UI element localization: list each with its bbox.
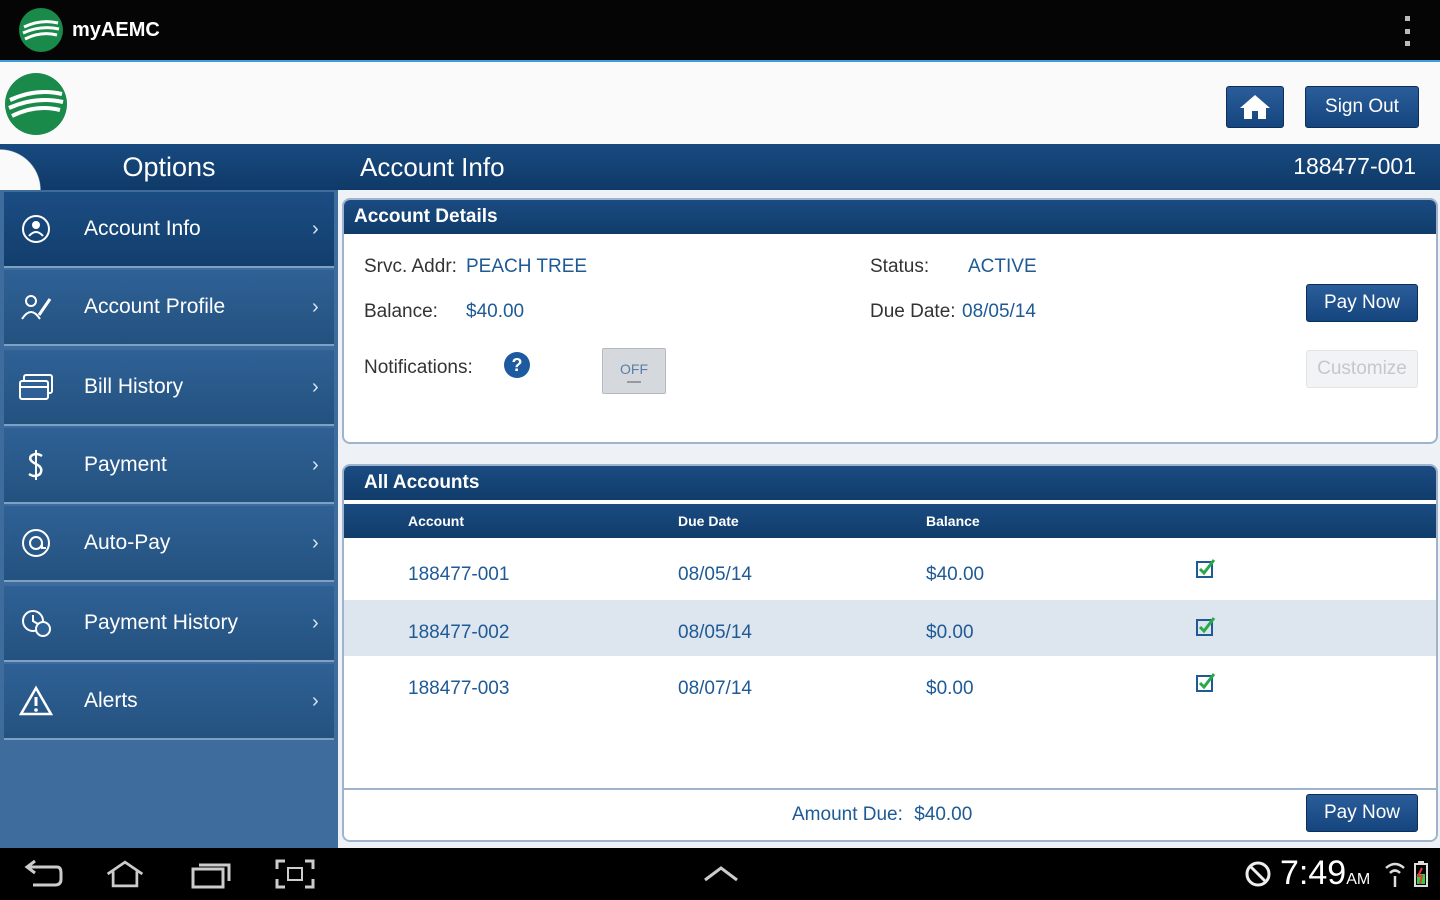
chevron-up-icon[interactable] (700, 858, 742, 890)
column-header-due-date: Due Date (678, 513, 739, 529)
row-due-date: 08/07/14 (678, 678, 752, 699)
battery-icon (1414, 861, 1428, 887)
row-due-date: 08/05/14 (678, 622, 752, 643)
screenshot-icon[interactable] (274, 858, 316, 890)
chevron-right-icon: › (312, 217, 319, 240)
balance-label: Balance: (364, 301, 438, 322)
bill-icon (16, 367, 56, 407)
sidebar-item-alerts[interactable]: Alerts › (4, 664, 334, 740)
row-account: 188477-003 (408, 678, 510, 699)
sidebar-header: Options (0, 144, 338, 190)
checkbox-checked-icon[interactable] (1196, 558, 1216, 578)
sidebar-item-label: Alerts (84, 689, 138, 712)
row-balance: $0.00 (926, 622, 974, 643)
account-details-title: Account Details (344, 200, 1436, 234)
customize-button[interactable]: Customize (1306, 350, 1418, 388)
row-balance: $0.00 (926, 678, 974, 699)
aemc-logo-icon (19, 8, 63, 52)
chevron-right-icon: › (312, 375, 319, 398)
sidebar-item-payment-history[interactable]: Payment History › (4, 586, 334, 662)
balance-value: $40.00 (466, 301, 525, 322)
sidebar-item-auto-pay[interactable]: Auto-Pay › (4, 506, 334, 582)
service-address-value: PEACH TREE (466, 256, 588, 277)
payment-history-icon (16, 603, 56, 643)
sidebar-item-account-info[interactable]: Account Info › (4, 192, 334, 268)
all-accounts-title: All Accounts (344, 466, 1436, 500)
sidebar-item-label: Payment History (84, 611, 239, 634)
table-row[interactable]: 188477-003 08/07/14 $0.00 (344, 656, 1436, 712)
due-date-value: 08/05/14 (962, 301, 1036, 322)
sidebar-item-label: Bill History (84, 375, 184, 398)
content-area: Account Details Srvc. Addr: PEACH TREE S… (338, 190, 1440, 848)
row-account: 188477-002 (408, 622, 510, 643)
row-due-date: 08/05/14 (678, 564, 752, 585)
app-header: Sign Out (0, 62, 1440, 144)
sidebar-item-label: Payment (84, 453, 167, 476)
column-header-account: Account (408, 513, 464, 529)
amount-due-label: Amount Due: (792, 804, 903, 825)
pay-now-button[interactable]: Pay Now (1306, 794, 1418, 832)
overflow-menu-icon[interactable] (1400, 16, 1414, 46)
due-date-label: Due Date: (870, 301, 956, 322)
home-button[interactable] (1226, 86, 1284, 128)
sign-out-button[interactable]: Sign Out (1305, 86, 1419, 128)
aemc-logo-icon (5, 73, 67, 135)
sidebar-item-label: Auto-Pay (84, 531, 171, 554)
amount-due-value: $40.00 (914, 804, 973, 825)
chevron-right-icon: › (312, 611, 319, 634)
status-value: ACTIVE (968, 256, 1037, 277)
status-label: Status: (870, 256, 930, 277)
page-title: Account Info (360, 152, 505, 182)
profile-icon (16, 287, 56, 327)
sidebar-title: Options (122, 151, 216, 182)
system-nav-bar: 7:49AM (0, 848, 1440, 900)
options-sidebar: Options Account Info › Account Profile ›… (0, 144, 338, 848)
sidebar-item-bill-history[interactable]: Bill History › (4, 350, 334, 426)
current-account-number: 188477-001 (1293, 153, 1416, 179)
amount-due-bar: Amount Due: $40.00 Pay Now (344, 788, 1436, 840)
toggle-label: OFF (620, 361, 648, 377)
system-clock: 7:49AM (1280, 854, 1370, 893)
action-bar: myAEMC (0, 0, 1440, 62)
row-account: 188477-001 (408, 564, 510, 585)
all-accounts-panel: All Accounts Account Due Date Balance 18… (342, 464, 1438, 842)
pay-now-button[interactable]: Pay Now (1306, 284, 1418, 322)
chevron-right-icon: › (312, 295, 319, 318)
clock-ampm: AM (1346, 871, 1371, 888)
home-icon (1240, 95, 1270, 119)
recent-apps-icon[interactable] (190, 858, 232, 890)
checkbox-checked-icon[interactable] (1196, 616, 1216, 636)
help-icon[interactable]: ? (504, 352, 530, 378)
sidebar-item-account-profile[interactable]: Account Profile › (4, 270, 334, 346)
notifications-label: Notifications: (364, 357, 473, 378)
alert-icon (16, 681, 56, 721)
row-balance: $40.00 (926, 564, 985, 585)
app-title: myAEMC (72, 18, 160, 41)
clock-time: 7:49 (1280, 854, 1347, 892)
chevron-right-icon: › (312, 531, 319, 554)
sync-off-icon (1245, 861, 1271, 887)
table-row[interactable]: 188477-002 08/05/14 $0.00 (344, 600, 1436, 656)
checkbox-checked-icon[interactable] (1196, 672, 1216, 692)
accounts-table-header: Account Due Date Balance (344, 504, 1436, 538)
account-info-icon (16, 209, 56, 249)
table-row[interactable]: 188477-001 08/05/14 $40.00 (344, 542, 1436, 598)
back-icon[interactable] (22, 858, 64, 890)
column-header-balance: Balance (926, 513, 980, 529)
sidebar-item-payment[interactable]: Payment › (4, 428, 334, 504)
autopay-icon (16, 523, 56, 563)
sidebar-item-label: Account Profile (84, 295, 226, 318)
home-nav-icon[interactable] (104, 858, 146, 890)
amount-due: Amount Due: $40.00 (792, 804, 972, 826)
chevron-right-icon: › (312, 689, 319, 712)
sidebar-item-label: Account Info (84, 217, 201, 240)
account-details-panel: Account Details Srvc. Addr: PEACH TREE S… (342, 198, 1438, 444)
service-address-label: Srvc. Addr: (364, 256, 457, 277)
content-title-bar: Account Info 188477-001 (338, 144, 1440, 190)
chevron-right-icon: › (312, 453, 319, 476)
notifications-toggle[interactable]: OFF (602, 348, 666, 394)
wifi-icon (1385, 862, 1405, 887)
dollar-icon (16, 445, 56, 485)
